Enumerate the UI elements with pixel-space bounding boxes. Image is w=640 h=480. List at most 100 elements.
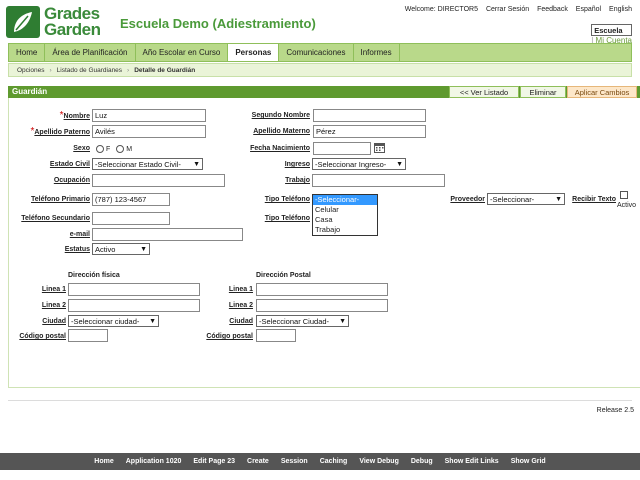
activo-checkbox[interactable] [620, 191, 628, 199]
postal-ciudad-select[interactable]: -Seleccionar Ciudad- ▼ [256, 315, 349, 327]
devbar-edit-page[interactable]: Edit Page 23 [193, 458, 235, 465]
lang-es-link[interactable]: Español [576, 6, 601, 13]
proveedor-select[interactable]: -Seleccionar- ▼ [487, 193, 565, 205]
delete-button[interactable]: Eliminar [520, 86, 566, 98]
chevron-down-icon: ▼ [396, 160, 403, 168]
fisica-linea2-label: Linea 2 [41, 302, 66, 309]
devbar-home[interactable]: Home [94, 458, 113, 465]
fisica-linea1-input[interactable] [68, 283, 200, 296]
chevron-right-icon: › [49, 66, 52, 74]
fecha-input[interactable] [313, 142, 371, 155]
breadcrumb-current: Detalle de Guardián [134, 66, 196, 74]
tipo-option-celular[interactable]: Celular [313, 205, 377, 215]
tel1-input[interactable]: (787) 123-4567 [92, 193, 170, 206]
segundo-nombre-input[interactable] [313, 109, 426, 122]
tab-home[interactable]: Home [9, 44, 46, 61]
feedback-link[interactable]: Feedback [537, 6, 568, 13]
top-links: Welcome: DIRECTOR5 Cerrar Sesión Feedbac… [399, 6, 632, 13]
postal-linea2-input[interactable] [256, 299, 388, 312]
devbar-show-edit-links[interactable]: Show Edit Links [445, 458, 499, 465]
release-label: Release 2.5 [596, 407, 634, 414]
fisica-heading: Dirección física [68, 272, 120, 279]
postal-linea1-input[interactable] [256, 283, 388, 296]
breadcrumb: Opciones › Listado de Guardianes › Detal… [8, 63, 632, 77]
breadcrumb-listado[interactable]: Listado de Guardianes [57, 67, 122, 74]
calendar-icon[interactable] [374, 142, 385, 153]
trabajo-label: Trabajo [285, 177, 310, 184]
tab-personas[interactable]: Personas [228, 44, 280, 61]
devbar-session[interactable]: Session [281, 458, 308, 465]
breadcrumb-opciones[interactable]: Opciones [17, 67, 44, 74]
fisica-postal-label: Código postal [19, 333, 66, 340]
chevron-down-icon: ▼ [149, 317, 156, 325]
devbar-application[interactable]: Application 1020 [126, 458, 182, 465]
logo-line2: Garden [44, 20, 101, 39]
ap-materno-input[interactable]: Pérez [313, 125, 426, 138]
estatus-value: Activo [95, 244, 116, 254]
devbar-debug[interactable]: Debug [411, 458, 433, 465]
email-input[interactable] [92, 228, 243, 241]
ap-paterno-label-wrap: *Apellido Paterno [10, 126, 90, 137]
devbar-view-debug[interactable]: View Debug [359, 458, 399, 465]
context-switch: Escuela | Mi Cuenta [591, 24, 632, 45]
tab-comunicaciones[interactable]: Comunicaciones [279, 44, 354, 61]
welcome-text: Welcome: DIRECTOR5 [404, 6, 478, 13]
fisica-ciudad-select[interactable]: -Seleccionar ciudad- ▼ [68, 315, 159, 327]
nombre-input[interactable]: Luz [92, 109, 206, 122]
lang-en-link[interactable]: English [609, 6, 632, 13]
devbar-show-grid[interactable]: Show Grid [511, 458, 546, 465]
apply-button[interactable]: Aplicar Cambios [567, 86, 637, 98]
devbar-caching[interactable]: Caching [320, 458, 348, 465]
tel1-label: Teléfono Primario [31, 196, 90, 203]
fisica-linea1-label: Linea 1 [41, 286, 66, 293]
ocupacion-label: Ocupación [53, 177, 90, 184]
main-tabs: Home Área de Planificación Año Escolar e… [8, 43, 632, 62]
postal-postal-input[interactable] [256, 329, 296, 342]
logout-link[interactable]: Cerrar Sesión [486, 6, 529, 13]
chevron-right-icon: › [127, 66, 130, 74]
logo-text: Grades Garden [44, 5, 101, 39]
estatus-label: Estatus [64, 246, 90, 253]
sexo-f-radio[interactable] [96, 145, 104, 153]
developer-toolbar: Home Application 1020 Edit Page 23 Creat… [0, 453, 640, 470]
ingreso-select[interactable]: -Seleccionar Ingreso- ▼ [312, 158, 406, 170]
postal-postal-label: Código postal [206, 333, 253, 340]
nombre-label: Nombre [63, 113, 90, 120]
tab-informes[interactable]: Informes [354, 44, 400, 61]
fisica-linea2-input[interactable] [68, 299, 200, 312]
list-button[interactable]: << Ver Listado [449, 86, 519, 98]
ingreso-value: -Seleccionar Ingreso- [315, 159, 387, 169]
ocupacion-input[interactable] [92, 174, 225, 187]
civil-label: Estado Civil [49, 161, 90, 168]
ap-materno-label: Apellido Materno [253, 128, 310, 135]
estatus-select[interactable]: Activo ▼ [92, 243, 150, 255]
tab-planificacion[interactable]: Área de Planificación [45, 44, 136, 61]
tipo-option-casa[interactable]: Casa [313, 215, 377, 225]
nombre-label-wrap: *Nombre [20, 110, 90, 121]
civil-select[interactable]: -Seleccionar Estado Civil- ▼ [92, 158, 203, 170]
email-label: e-mail [69, 231, 90, 238]
ap-paterno-input[interactable]: Avilés [92, 125, 206, 138]
tel2-input[interactable] [92, 212, 170, 225]
trabajo-input[interactable] [312, 174, 445, 187]
fisica-postal-input[interactable] [68, 329, 108, 342]
ap-paterno-label: Apellido Paterno [34, 129, 90, 136]
postal-linea2-label: Linea 2 [228, 302, 253, 309]
divider [8, 400, 632, 401]
tipo-option-trabajo[interactable]: Trabajo [313, 225, 377, 235]
context-current[interactable]: Escuela [591, 24, 632, 36]
sexo-m-radio[interactable] [116, 145, 125, 153]
devbar-create[interactable]: Create [247, 458, 269, 465]
postal-ciudad-label: Ciudad [229, 318, 253, 325]
chevron-down-icon: ▼ [339, 317, 346, 325]
chevron-down-icon: ▼ [555, 195, 562, 203]
tab-ano-escolar[interactable]: Año Escolar en Curso [136, 44, 229, 61]
tipo1-dropdown-list: -Seleccionar- Celular Casa Trabajo [312, 194, 378, 236]
fecha-label: Fecha Nacimiento [250, 145, 310, 152]
recibir-label: Recibir Texto [572, 196, 616, 203]
civil-value: -Seleccionar Estado Civil- [95, 159, 181, 169]
app-title: Escuela Demo (Adiestramiento) [120, 16, 316, 31]
tipo-option-seleccionar[interactable]: -Seleccionar- [313, 195, 377, 205]
sexo-m-label: M [126, 145, 133, 153]
postal-linea1-label: Linea 1 [228, 286, 253, 293]
